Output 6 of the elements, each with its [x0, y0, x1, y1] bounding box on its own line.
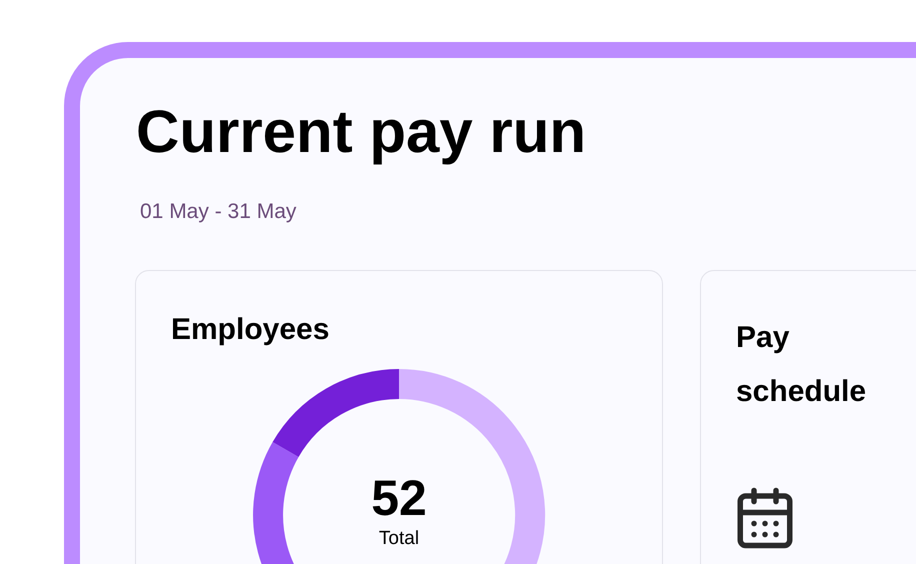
card-title: Employees [171, 314, 330, 344]
card-title: Pay schedule [736, 320, 868, 410]
total-label: Total [378, 526, 420, 550]
page-title: Current pay run [136, 102, 588, 162]
total-count: 52 [371, 472, 427, 522]
pay-period: 01 May - 31 May [140, 199, 298, 225]
